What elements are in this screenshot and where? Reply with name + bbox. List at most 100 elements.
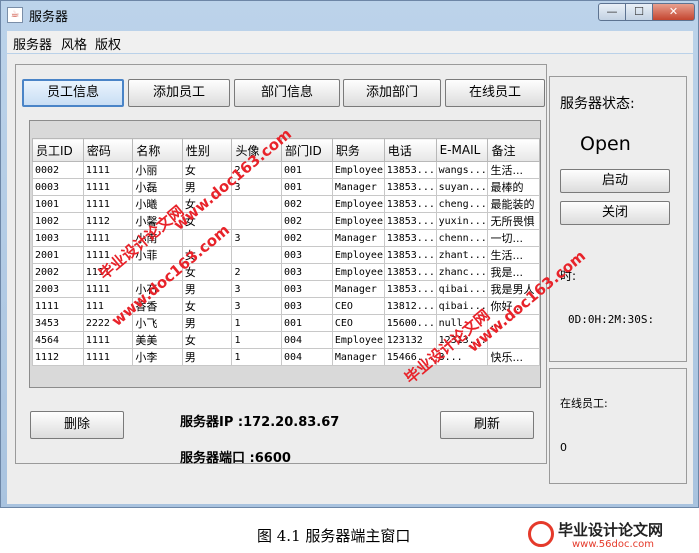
table-cell[interactable]: 1003 bbox=[32, 229, 84, 247]
tab-department-info[interactable]: 部门信息 bbox=[234, 79, 340, 107]
table-cell[interactable]: 001 bbox=[280, 161, 333, 179]
table-cell[interactable]: suyan... bbox=[435, 178, 489, 196]
table-cell[interactable]: 002 bbox=[280, 229, 333, 247]
table-cell[interactable]: CEO bbox=[331, 314, 385, 332]
table-cell[interactable]: 我是... bbox=[487, 263, 540, 281]
table-cell[interactable]: 小飞 bbox=[132, 314, 183, 332]
table-cell[interactable]: yuxin... bbox=[435, 212, 489, 230]
menu-server[interactable]: 服务器 bbox=[13, 34, 52, 53]
table-cell[interactable]: 13853... bbox=[383, 229, 437, 247]
table-cell[interactable]: Employee bbox=[331, 246, 385, 264]
table-cell[interactable]: Employee bbox=[331, 195, 385, 213]
table-cell[interactable]: 003 bbox=[280, 263, 333, 281]
column-header[interactable]: E-MAIL bbox=[435, 138, 489, 162]
table-cell[interactable]: 1 bbox=[231, 314, 282, 332]
column-header[interactable]: 名称 bbox=[132, 138, 183, 162]
table-cell[interactable]: 0002 bbox=[32, 161, 84, 179]
table-cell[interactable] bbox=[231, 195, 282, 213]
table-cell[interactable]: 2 bbox=[231, 263, 282, 281]
table-cell[interactable] bbox=[231, 246, 282, 264]
table-cell[interactable]: 1001 bbox=[32, 195, 84, 213]
table-cell[interactable]: 小磊 bbox=[132, 178, 183, 196]
table-cell[interactable]: 15600... bbox=[383, 314, 437, 332]
tab-add-employee[interactable]: 添加员工 bbox=[128, 79, 230, 107]
table-cell[interactable]: 生活... bbox=[487, 246, 540, 264]
table-row[interactable]: 1002 1112 小馨女 002 Employee 13853... yuxin... 无所… bbox=[32, 212, 540, 230]
maximize-button[interactable]: ☐ bbox=[625, 3, 653, 21]
table-cell[interactable]: 13853... bbox=[383, 212, 437, 230]
table-cell[interactable]: Employee bbox=[331, 161, 385, 179]
table-cell[interactable]: 4564 bbox=[32, 331, 84, 349]
table-cell[interactable]: 一切... bbox=[487, 229, 540, 247]
table-cell[interactable]: 003 bbox=[280, 280, 333, 298]
table-cell[interactable]: 1111 bbox=[82, 178, 134, 196]
start-button[interactable]: 启动 bbox=[560, 169, 670, 193]
tab-online-employees[interactable]: 在线员工 bbox=[445, 79, 545, 107]
table-cell[interactable]: 13853... bbox=[383, 246, 437, 264]
column-header[interactable]: 员工ID bbox=[32, 138, 84, 162]
column-header[interactable]: 性别 bbox=[181, 138, 233, 162]
table-cell[interactable]: 3 bbox=[231, 297, 282, 315]
table-row[interactable]: 1112 1111 小李男 1 004 Manager 15466... 3... 快乐... bbox=[32, 348, 540, 366]
table-cell[interactable]: 2001 bbox=[32, 246, 84, 264]
table-cell[interactable]: Manager bbox=[331, 178, 385, 196]
table-row[interactable]: 1001 1111 小曦女 002 Employee 13853... cheng... 最能… bbox=[32, 195, 540, 213]
table-cell[interactable]: Manager bbox=[331, 229, 385, 247]
table-cell[interactable]: 无所畏惧 bbox=[487, 212, 540, 230]
table-cell[interactable]: cheng... bbox=[435, 195, 489, 213]
tab-add-department[interactable]: 添加部门 bbox=[343, 79, 441, 107]
table-cell[interactable]: 13853... bbox=[383, 195, 437, 213]
tab-employee-info[interactable]: 员工信息 bbox=[22, 79, 124, 107]
table-cell[interactable]: CEO bbox=[331, 297, 385, 315]
table-cell[interactable]: 1002 bbox=[32, 212, 84, 230]
table-cell[interactable]: 女 bbox=[181, 297, 233, 315]
table-cell[interactable]: 男 bbox=[181, 348, 233, 366]
table-cell[interactable]: 3 bbox=[231, 280, 282, 298]
table-cell[interactable]: 13853... bbox=[383, 178, 437, 196]
table-cell[interactable] bbox=[231, 212, 282, 230]
table-cell[interactable]: qibai... bbox=[435, 280, 489, 298]
table-cell[interactable]: Manager bbox=[331, 280, 385, 298]
table-cell[interactable]: 004 bbox=[280, 348, 333, 366]
table-cell[interactable]: 3 bbox=[231, 229, 282, 247]
table-cell[interactable]: 1111 bbox=[32, 297, 84, 315]
table-cell[interactable]: 003 bbox=[280, 246, 333, 264]
minimize-button[interactable]: — bbox=[598, 3, 626, 21]
table-cell[interactable]: 小丽 bbox=[132, 161, 183, 179]
table-cell[interactable]: 生活... bbox=[487, 161, 540, 179]
table-cell[interactable]: zhant... bbox=[435, 246, 489, 264]
table-cell[interactable]: 002 bbox=[280, 212, 333, 230]
column-header[interactable]: 备注 bbox=[487, 138, 540, 162]
table-cell[interactable]: 001 bbox=[280, 178, 333, 196]
table-cell[interactable]: Employee bbox=[331, 263, 385, 281]
table-cell[interactable]: 1111 bbox=[82, 195, 134, 213]
table-cell[interactable]: 男 bbox=[181, 280, 233, 298]
menu-style[interactable]: 风格 bbox=[61, 34, 87, 53]
menu-copyright[interactable]: 版权 bbox=[95, 34, 121, 53]
table-cell[interactable]: chenn... bbox=[435, 229, 489, 247]
table-row[interactable]: 1111 111 香香女 3 003 CEO 13812... qibai... 你好... bbox=[32, 297, 540, 315]
table-cell[interactable]: 1111 bbox=[82, 161, 134, 179]
table-cell[interactable]: 小李 bbox=[132, 348, 183, 366]
column-header[interactable]: 职务 bbox=[331, 138, 385, 162]
table-cell[interactable]: 美美 bbox=[132, 331, 183, 349]
table-row[interactable]: 0002 1111 小丽女 2 001 Employee 13853... wangs... 生… bbox=[32, 161, 540, 179]
column-header[interactable]: 电话 bbox=[383, 138, 437, 162]
table-cell[interactable]: 3453 bbox=[32, 314, 84, 332]
table-cell[interactable]: Employee bbox=[331, 331, 385, 349]
refresh-button[interactable]: 刷新 bbox=[440, 411, 534, 439]
table-cell[interactable]: Manager bbox=[331, 348, 385, 366]
stop-button[interactable]: 关闭 bbox=[560, 201, 670, 225]
table-cell[interactable]: 1112 bbox=[82, 212, 134, 230]
table-cell[interactable]: 13853... bbox=[383, 263, 437, 281]
table-cell[interactable]: 女 bbox=[181, 331, 233, 349]
table-cell[interactable]: 13812... bbox=[383, 297, 437, 315]
delete-button[interactable]: 删除 bbox=[30, 411, 124, 439]
title-bar[interactable]: ☕ 服务器 — ☐ ✕ bbox=[1, 1, 698, 29]
table-cell[interactable]: wangs... bbox=[435, 161, 489, 179]
table-cell[interactable]: 1 bbox=[231, 331, 282, 349]
column-header[interactable]: 密码 bbox=[82, 138, 134, 162]
table-cell[interactable]: 004 bbox=[280, 331, 333, 349]
table-cell[interactable]: 001 bbox=[280, 314, 333, 332]
table-cell[interactable]: 13853... bbox=[383, 161, 437, 179]
